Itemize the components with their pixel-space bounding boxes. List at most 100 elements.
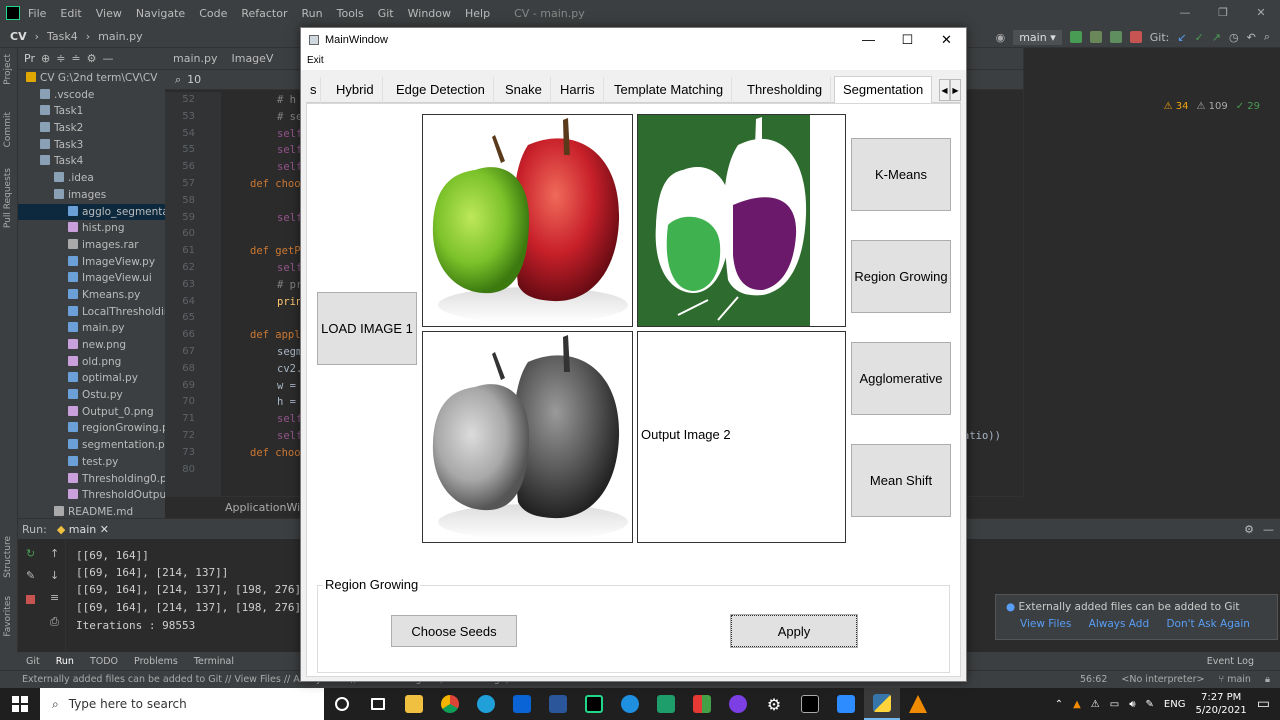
- view-files-link[interactable]: View Files: [1020, 618, 1071, 630]
- load-image-button[interactable]: LOAD IMAGE 1: [317, 292, 417, 365]
- word-icon[interactable]: [540, 688, 576, 720]
- pycharm-icon[interactable]: [576, 688, 612, 720]
- notification-center-icon[interactable]: ▭: [1257, 696, 1270, 712]
- event-log-button[interactable]: Event Log: [1207, 656, 1254, 667]
- gear-icon[interactable]: ⚙: [87, 52, 97, 65]
- cortana-icon[interactable]: [324, 688, 360, 720]
- menu-view[interactable]: View: [96, 7, 122, 20]
- minimize-icon[interactable]: —: [1166, 0, 1204, 26]
- menu-file[interactable]: File: [28, 7, 46, 20]
- run-tool-button[interactable]: Run: [56, 656, 74, 667]
- tab-scroll-right-icon[interactable]: ▶: [950, 79, 961, 101]
- mean-shift-button[interactable]: Mean Shift: [851, 444, 951, 517]
- tab-scroll-left-icon[interactable]: ◀: [939, 79, 950, 101]
- settings-icon[interactable]: ⚙: [756, 688, 792, 720]
- tab-snake[interactable]: Snake: [497, 77, 551, 103]
- tree-item[interactable]: ImageView.py: [18, 254, 165, 271]
- git-branch-status[interactable]: ⑂ main: [1218, 674, 1250, 685]
- maximize-icon[interactable]: ☐: [888, 28, 927, 52]
- history-icon[interactable]: ◷: [1229, 31, 1239, 44]
- tab-harris[interactable]: Harris: [552, 77, 604, 103]
- problems-tool-button[interactable]: Problems: [134, 656, 178, 667]
- menu-run[interactable]: Run: [302, 7, 323, 20]
- tree-item[interactable]: Output_0.png: [18, 404, 165, 421]
- choose-seeds-button[interactable]: Choose Seeds: [391, 615, 517, 647]
- input-image-1[interactable]: [422, 114, 633, 327]
- tab-template-matching[interactable]: Template Matching: [606, 77, 733, 103]
- menu-navigate[interactable]: Navigate: [136, 7, 185, 20]
- agglomerative-button[interactable]: Agglomerative: [851, 342, 951, 415]
- tab-edge-detection[interactable]: Edge Detection: [388, 77, 494, 103]
- run-tab[interactable]: ◆ main ✕: [57, 523, 109, 536]
- expand-icon[interactable]: ≑: [56, 52, 65, 65]
- interpreter-selector[interactable]: <No interpreter>: [1121, 674, 1204, 685]
- close-icon[interactable]: ✕: [927, 28, 966, 52]
- app-multicolor-icon[interactable]: [684, 688, 720, 720]
- commit-tool-tab[interactable]: Commit: [3, 112, 13, 147]
- tree-item[interactable]: Task2: [18, 120, 165, 137]
- nav-crumb-main[interactable]: main.py: [98, 30, 142, 43]
- run-config-select[interactable]: main ▾: [1013, 29, 1062, 45]
- volume-icon[interactable]: 🔊︎: [1129, 699, 1135, 710]
- taskbar-search[interactable]: ⌕ Type here to search: [40, 688, 324, 720]
- tree-item[interactable]: Task4: [18, 153, 165, 170]
- tree-item[interactable]: Thresholding0.png: [18, 471, 165, 488]
- close-icon[interactable]: ✕: [1242, 0, 1280, 26]
- terminal-icon[interactable]: [792, 688, 828, 720]
- tree-item[interactable]: segmentation.py: [18, 437, 165, 454]
- vlc-tray-icon[interactable]: ▲: [1073, 699, 1081, 710]
- tree-item[interactable]: regionGrowing.py: [18, 420, 165, 437]
- nav-crumb-task4[interactable]: Task4: [47, 30, 78, 43]
- tree-item[interactable]: hist.png: [18, 220, 165, 237]
- edge-icon[interactable]: [468, 688, 504, 720]
- rollback-icon[interactable]: ↶: [1247, 31, 1256, 44]
- collapse-icon[interactable]: ≐: [71, 52, 80, 65]
- tree-item[interactable]: optimal.py: [18, 370, 165, 387]
- user-icon[interactable]: ◉: [996, 31, 1006, 44]
- kmeans-button[interactable]: K-Means: [851, 138, 951, 211]
- tab-previous-partial[interactable]: s: [306, 77, 321, 103]
- lock-icon[interactable]: 🔒︎: [1265, 674, 1270, 685]
- up-icon[interactable]: ↑: [50, 547, 59, 560]
- pen-icon[interactable]: ✎: [1146, 699, 1154, 710]
- clock[interactable]: 7:27 PM 5/20/2021: [1195, 691, 1246, 717]
- inspection-widget[interactable]: ⚠ 34 ⚠ 109 ✓ 29: [1164, 101, 1260, 112]
- git-update-icon[interactable]: ↙: [1177, 31, 1186, 44]
- warning-tray-icon[interactable]: ⚠: [1091, 699, 1100, 710]
- tree-item[interactable]: LocalThresholding: [18, 304, 165, 321]
- menu-tools[interactable]: Tools: [337, 7, 364, 20]
- git-push-icon[interactable]: ↗: [1212, 31, 1221, 44]
- project-tool-tab[interactable]: Project: [3, 54, 13, 85]
- tree-item[interactable]: ThresholdOutput.p: [18, 487, 165, 504]
- wrap-icon[interactable]: ≡: [50, 591, 59, 604]
- language-indicator[interactable]: ENG: [1164, 699, 1186, 710]
- region-growing-button[interactable]: Region Growing: [851, 240, 951, 313]
- tree-item[interactable]: new.png: [18, 337, 165, 354]
- start-button[interactable]: [0, 688, 40, 720]
- coverage-icon[interactable]: [1109, 31, 1122, 43]
- tree-item[interactable]: Ostu.py: [18, 387, 165, 404]
- mail-icon[interactable]: [504, 688, 540, 720]
- structure-tool-tab[interactable]: Structure: [3, 536, 13, 578]
- tree-item[interactable]: images.rar: [18, 237, 165, 254]
- tree-item[interactable]: Kmeans.py: [18, 287, 165, 304]
- git-commit-icon[interactable]: ✓: [1195, 31, 1204, 44]
- battery-icon[interactable]: ▭: [1110, 699, 1119, 710]
- restore-icon[interactable]: ❐: [1204, 0, 1242, 26]
- tree-item[interactable]: Task1: [18, 103, 165, 120]
- tab-hybrid[interactable]: Hybrid: [328, 77, 383, 103]
- search-icon[interactable]: ⌕: [1264, 30, 1270, 44]
- todo-tool-button[interactable]: TODO: [90, 656, 118, 667]
- menu-refactor[interactable]: Refactor: [241, 7, 287, 20]
- tab-thresholding[interactable]: Thresholding: [739, 77, 832, 103]
- apply-button[interactable]: Apply: [730, 614, 858, 648]
- zoom-icon[interactable]: [828, 688, 864, 720]
- chevron-up-icon[interactable]: ⌃: [1055, 699, 1063, 710]
- main-window-titlebar[interactable]: MainWindow — ☐ ✕: [301, 28, 966, 52]
- tree-item[interactable]: .idea: [18, 170, 165, 187]
- vlc-icon[interactable]: [900, 688, 936, 720]
- tree-item[interactable]: old.png: [18, 354, 165, 371]
- caret-position[interactable]: 56:62: [1080, 674, 1107, 685]
- settings-gear-icon[interactable]: ⚙: [1244, 523, 1254, 536]
- app-blue-icon[interactable]: [612, 688, 648, 720]
